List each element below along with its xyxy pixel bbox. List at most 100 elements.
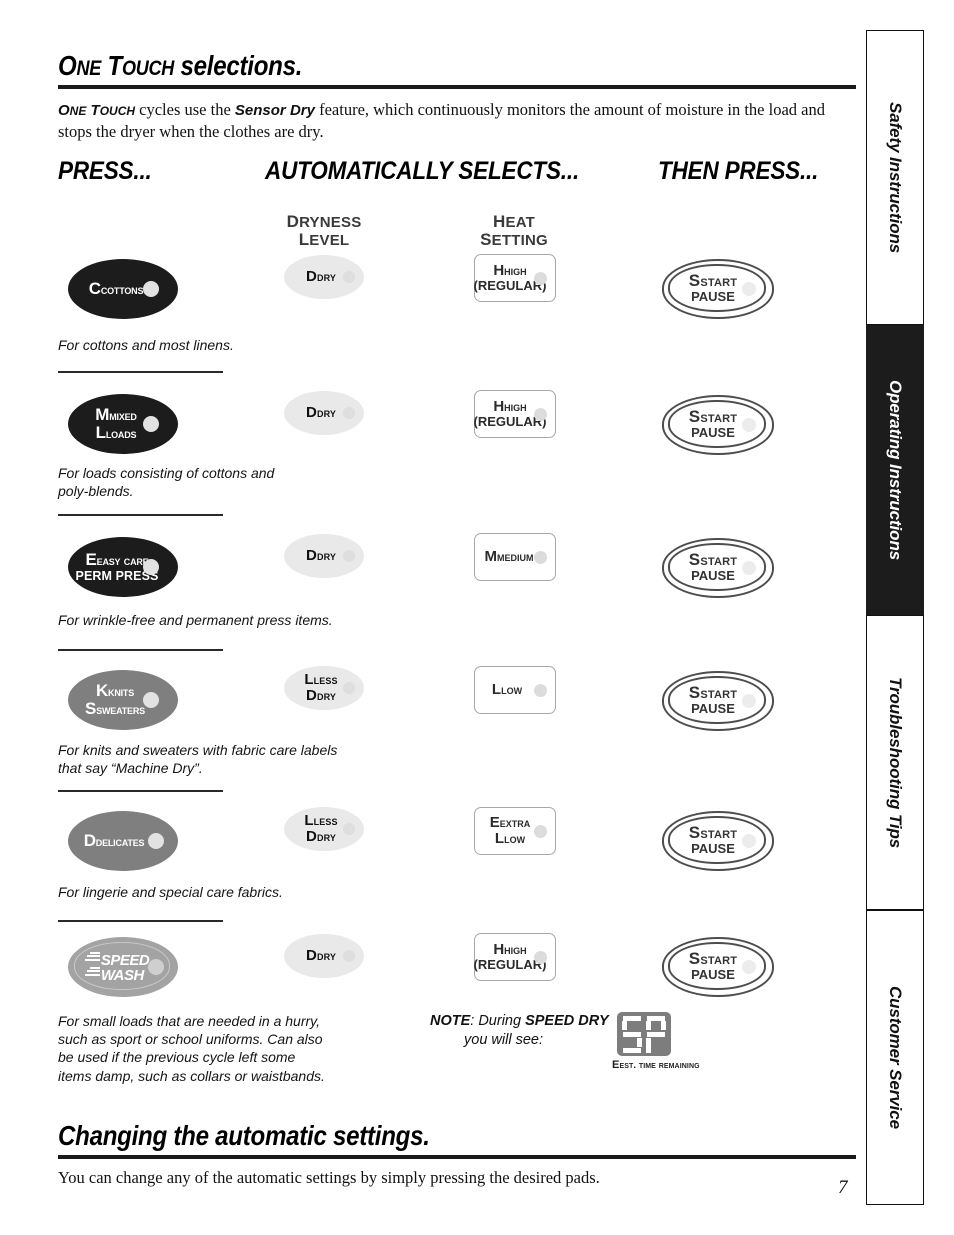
dryness-button-cottons[interactable]: DDRY <box>284 255 364 299</box>
pause-label: PAUSE <box>691 700 735 716</box>
subheader-heat-setting: HEAT SETTING <box>480 212 548 250</box>
heat-button-delicates[interactable]: EEXTRA LLOW <box>474 807 556 855</box>
indicator-dot-icon <box>343 682 355 694</box>
pause-label: PAUSE <box>691 966 735 982</box>
heat-button-cottons[interactable]: HHIGH (REGULAR) <box>474 254 556 302</box>
tab-safety-instructions[interactable]: Safety Instructions <box>866 30 924 325</box>
heat-label-delicates-1: EXTRA <box>499 815 531 831</box>
intro-text-1: cycles use the <box>135 100 235 119</box>
column-header-automatically-selects: AUTOMATICALLY SELECTS... <box>265 157 580 185</box>
tab-label: Customer Service <box>886 986 905 1129</box>
cycle-button-mixed-loads[interactable]: MMIXED LLOADS <box>68 394 178 454</box>
indicator-dot-icon <box>143 559 159 575</box>
tab-label: Troubleshooting Tips <box>886 676 905 849</box>
cycle-label-mixed: MIXED <box>109 407 137 423</box>
cycle-button-delicates[interactable]: DDELICATES <box>68 811 178 871</box>
indicator-dot-icon <box>343 823 355 835</box>
start-pause-button-speed-wash[interactable]: SSTART PAUSE <box>662 937 774 997</box>
pause-label: PAUSE <box>691 840 735 856</box>
note-cycle-name: SPEED DRY <box>525 1013 609 1029</box>
cycle-description-cottons: For cottons and most linens. <box>58 337 234 353</box>
cycle-label-loads: LOADS <box>105 426 137 441</box>
row-divider <box>58 649 223 651</box>
cycle-description-mixed-loads: For loads consisting of cottons and poly… <box>58 465 275 500</box>
indicator-dot-icon <box>534 824 547 838</box>
bottom-section-rule <box>58 1155 856 1159</box>
dryness-label-delicates-2: DRY <box>316 829 336 844</box>
heat-button-easy-care[interactable]: MMEDIUM <box>474 533 556 581</box>
cycle-button-cottons[interactable]: CCOTTONS <box>68 259 178 319</box>
start-label: START <box>700 950 738 968</box>
cycle-label-easy-care: EASY CARE <box>96 552 149 568</box>
indicator-dot-icon <box>534 407 547 421</box>
heat-label-easy-care: MEDIUM <box>497 549 534 565</box>
row-divider <box>58 790 223 792</box>
bottom-section-body: You can change any of the automatic sett… <box>58 1168 600 1187</box>
start-pause-button-easy-care[interactable]: SSTART PAUSE <box>662 538 774 598</box>
indicator-dot-icon <box>742 418 756 432</box>
cycle-description-speed-wash: For small loads that are needed in a hur… <box>58 1013 325 1084</box>
row-divider <box>58 920 223 922</box>
dryness-label-knits-2: DRY <box>316 688 336 703</box>
speed-lines-icon <box>84 966 100 978</box>
heat-button-mixed-loads[interactable]: HHIGH (REGULAR) <box>474 390 556 438</box>
cycle-button-knits-sweaters[interactable]: KKNITS SSWEATERS <box>68 670 178 730</box>
start-label: START <box>700 272 738 290</box>
indicator-dot-icon <box>143 281 159 297</box>
heat-label-cottons-1: HIGH <box>504 263 527 279</box>
tab-operating-instructions[interactable]: Operating Instructions <box>866 325 924 615</box>
section-rule <box>58 85 856 89</box>
tab-troubleshooting-tips[interactable]: Troubleshooting Tips <box>866 615 924 910</box>
tab-label: Safety Instructions <box>886 101 905 254</box>
dryness-button-delicates[interactable]: LLESS DDRY <box>284 807 364 851</box>
heat-label-knits: LOW <box>501 682 523 698</box>
cycle-label-cottons: COTTONS <box>100 281 144 297</box>
led-caption: EEST. TIME REMAINING <box>612 1059 700 1071</box>
tab-label: Operating Instructions <box>886 379 905 561</box>
cycle-button-easy-care[interactable]: EEASY CARE PERM PRESS <box>68 537 178 597</box>
dryness-label-mixed: DRY <box>316 405 336 421</box>
page-number: 7 <box>838 1177 848 1198</box>
start-pause-button-cottons[interactable]: SSTART PAUSE <box>662 259 774 319</box>
dryness-head-2: EVEL <box>309 232 350 250</box>
cycle-label-sweaters: SWEATERS <box>96 702 145 717</box>
cycle-description-knits-sweaters: For knits and sweaters with fabric care … <box>58 742 338 777</box>
indicator-dot-icon <box>343 550 355 562</box>
start-pause-button-mixed-loads[interactable]: SSTART PAUSE <box>662 395 774 455</box>
dryness-button-easy-care[interactable]: DDRY <box>284 534 364 578</box>
heat-button-knits-sweaters[interactable]: LLOW <box>474 666 556 714</box>
speed-wash-logo-icon: SPEED WASH <box>84 951 150 982</box>
heat-head-1: EAT <box>505 214 535 231</box>
indicator-dot-icon <box>742 561 756 575</box>
led-display <box>617 1012 671 1056</box>
dryness-button-speed-wash[interactable]: DDRY <box>284 934 364 978</box>
start-pause-button-knits-sweaters[interactable]: SSTART PAUSE <box>662 671 774 731</box>
indicator-dot-icon <box>534 550 547 564</box>
bottom-section-heading: Changing the automatic settings. <box>58 1120 856 1159</box>
row-divider <box>58 371 223 373</box>
tab-customer-service[interactable]: Customer Service <box>866 910 924 1205</box>
indicator-dot-icon <box>343 950 355 962</box>
start-pause-button-delicates[interactable]: SSTART PAUSE <box>662 811 774 871</box>
intro-lead: ONE TOUCH <box>58 102 136 119</box>
indicator-dot-icon <box>742 282 756 296</box>
start-label: START <box>700 824 738 842</box>
section-title-tail: selections. <box>180 50 303 81</box>
indicator-dot-icon <box>742 834 756 848</box>
indicator-dot-icon <box>534 950 547 964</box>
bottom-section-title: Changing the automatic settings. <box>58 1120 430 1151</box>
pause-label: PAUSE <box>691 288 735 304</box>
note-label: NOTE <box>430 1013 471 1029</box>
indicator-dot-icon <box>534 271 547 285</box>
dryness-label-knits-1: LESS <box>313 672 338 688</box>
heat-button-speed-wash[interactable]: HHIGH (REGULAR) <box>474 933 556 981</box>
dryness-label-easy-care: DRY <box>316 548 336 564</box>
dryness-button-knits-sweaters[interactable]: LLESS DDRY <box>284 666 364 710</box>
indicator-dot-icon <box>148 833 164 849</box>
indicator-dot-icon <box>143 416 159 432</box>
indicator-dot-icon <box>143 692 159 708</box>
cycle-button-speed-wash[interactable]: SPEED WASH <box>68 937 178 997</box>
indicator-dot-icon <box>148 959 164 975</box>
dryness-button-mixed-loads[interactable]: DDRY <box>284 391 364 435</box>
pause-label: PAUSE <box>691 567 735 583</box>
